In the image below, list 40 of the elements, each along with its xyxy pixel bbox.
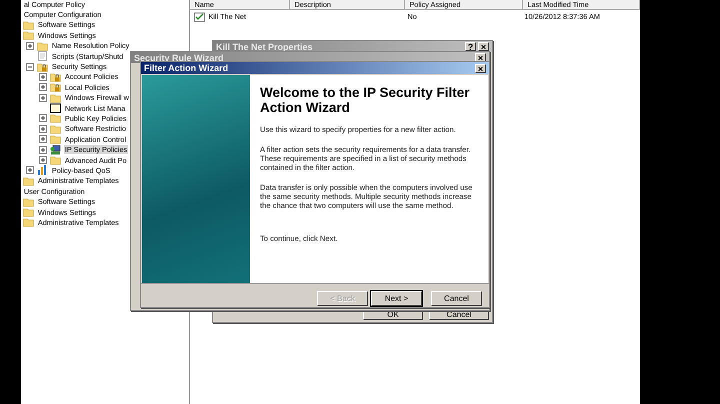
wizard-button[interactable]: Next > (371, 291, 422, 306)
folder-icon (50, 155, 61, 166)
folder-icon (22, 217, 34, 228)
expand-toggle[interactable] (38, 135, 47, 144)
expand-toggle[interactable] (26, 42, 34, 50)
expand-toggle[interactable] (38, 156, 47, 164)
computer-icon (50, 144, 61, 155)
folder-icon (50, 92, 61, 103)
window-icon (50, 103, 61, 114)
document-icon (36, 51, 48, 62)
folder-icon (22, 207, 34, 217)
folder-icon (50, 134, 61, 144)
folder-icon (22, 176, 34, 186)
wizard-button[interactable]: Cancel (431, 291, 482, 306)
close-button[interactable]: × (478, 42, 489, 51)
policy-icon (194, 12, 206, 22)
folder-icon (50, 113, 61, 124)
expand-toggle[interactable] (38, 72, 47, 81)
expand-toggle[interactable] (38, 124, 47, 133)
help-button[interactable]: ? (465, 42, 476, 51)
window-title: Filter Action Wizard (144, 63, 230, 73)
bar-chart-icon (36, 165, 48, 176)
wizard-heading: Welcome to the IP Security Filter Action Wizard (260, 85, 471, 115)
expand-toggle[interactable] (38, 83, 47, 92)
expand-toggle[interactable] (26, 166, 34, 174)
window-title: Kill The Net Properties (216, 42, 314, 52)
expand-toggle[interactable] (38, 146, 47, 154)
folder-icon (22, 20, 34, 30)
close-button[interactable]: × (475, 64, 486, 72)
window-title: Security Rule Wizard (134, 52, 224, 62)
folder-icon (22, 196, 34, 207)
expand-toggle[interactable] (38, 94, 47, 102)
locked-folder-icon (50, 72, 61, 82)
expand-toggle[interactable] (38, 114, 47, 122)
locked-folder-icon (50, 82, 61, 92)
folder-icon (22, 30, 34, 40)
locked-folder-icon (36, 62, 48, 72)
folder-icon (50, 124, 61, 134)
collapse-toggle[interactable] (26, 62, 34, 71)
folder-icon (36, 40, 48, 51)
